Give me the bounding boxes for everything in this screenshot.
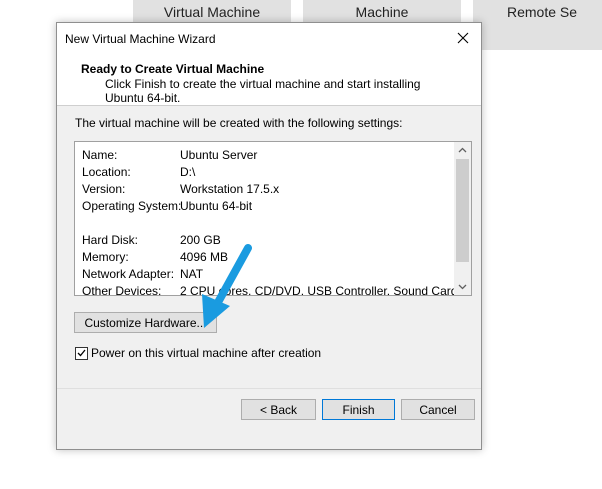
dialog-footer: < Back Finish Cancel — [57, 388, 481, 449]
settings-value: D:\ — [180, 165, 196, 179]
settings-summary-list[interactable]: Name: Ubuntu Server Location: D:\ Versio… — [74, 141, 472, 296]
settings-label: Other Devices: — [82, 284, 162, 296]
settings-label: Version: — [82, 182, 126, 196]
finish-button[interactable]: Finish — [322, 399, 395, 420]
scroll-up-button[interactable] — [454, 142, 471, 158]
dialog-title: New Virtual Machine Wizard — [65, 32, 216, 46]
arrow-pointer-icon — [202, 244, 252, 328]
header-title: Ready to Create Virtual Machine — [81, 62, 265, 76]
power-on-checkbox[interactable] — [75, 346, 88, 360]
settings-label: Name: — [82, 148, 118, 162]
bg-tile-label: Virtual Machine — [163, 4, 261, 20]
cancel-button[interactable]: Cancel — [401, 399, 475, 420]
power-on-label: Power on this virtual machine after crea… — [91, 346, 322, 360]
close-icon — [457, 32, 469, 44]
settings-value: Ubuntu Server — [180, 148, 258, 162]
chevron-down-icon — [458, 284, 467, 290]
bg-tile-label: Machine — [355, 4, 409, 20]
header-description: Click Finish to create the virtual machi… — [105, 77, 421, 105]
checkmark-icon — [77, 349, 86, 357]
settings-label: Hard Disk: — [82, 233, 139, 247]
settings-value: Ubuntu 64-bit — [180, 199, 253, 213]
dialog-titlebar[interactable]: New Virtual Machine Wizard — [57, 23, 481, 53]
settings-label: Memory: — [82, 250, 129, 264]
settings-label: Network Adapter: — [82, 267, 175, 281]
wizard-header: Ready to Create Virtual Machine Click Fi… — [57, 53, 481, 106]
scroll-down-button[interactable] — [454, 279, 471, 295]
settings-scrollbar[interactable] — [454, 142, 471, 295]
settings-label: Location: — [82, 165, 131, 179]
back-button[interactable]: < Back — [241, 399, 316, 420]
settings-label: Operating System: — [82, 199, 182, 213]
bg-tile-remote[interactable]: Remote Se — [473, 0, 602, 50]
power-on-checkbox-row[interactable]: Power on this virtual machine after crea… — [75, 346, 321, 360]
settings-intro: The virtual machine will be created with… — [75, 116, 403, 130]
scroll-thumb[interactable] — [456, 159, 469, 262]
new-vm-wizard-dialog: New Virtual Machine Wizard Ready to Crea… — [56, 22, 482, 450]
close-button[interactable] — [445, 23, 481, 53]
bg-tile-label: Remote Se — [507, 4, 578, 20]
settings-value: Workstation 17.5.x — [180, 182, 280, 196]
chevron-up-icon — [458, 147, 467, 153]
